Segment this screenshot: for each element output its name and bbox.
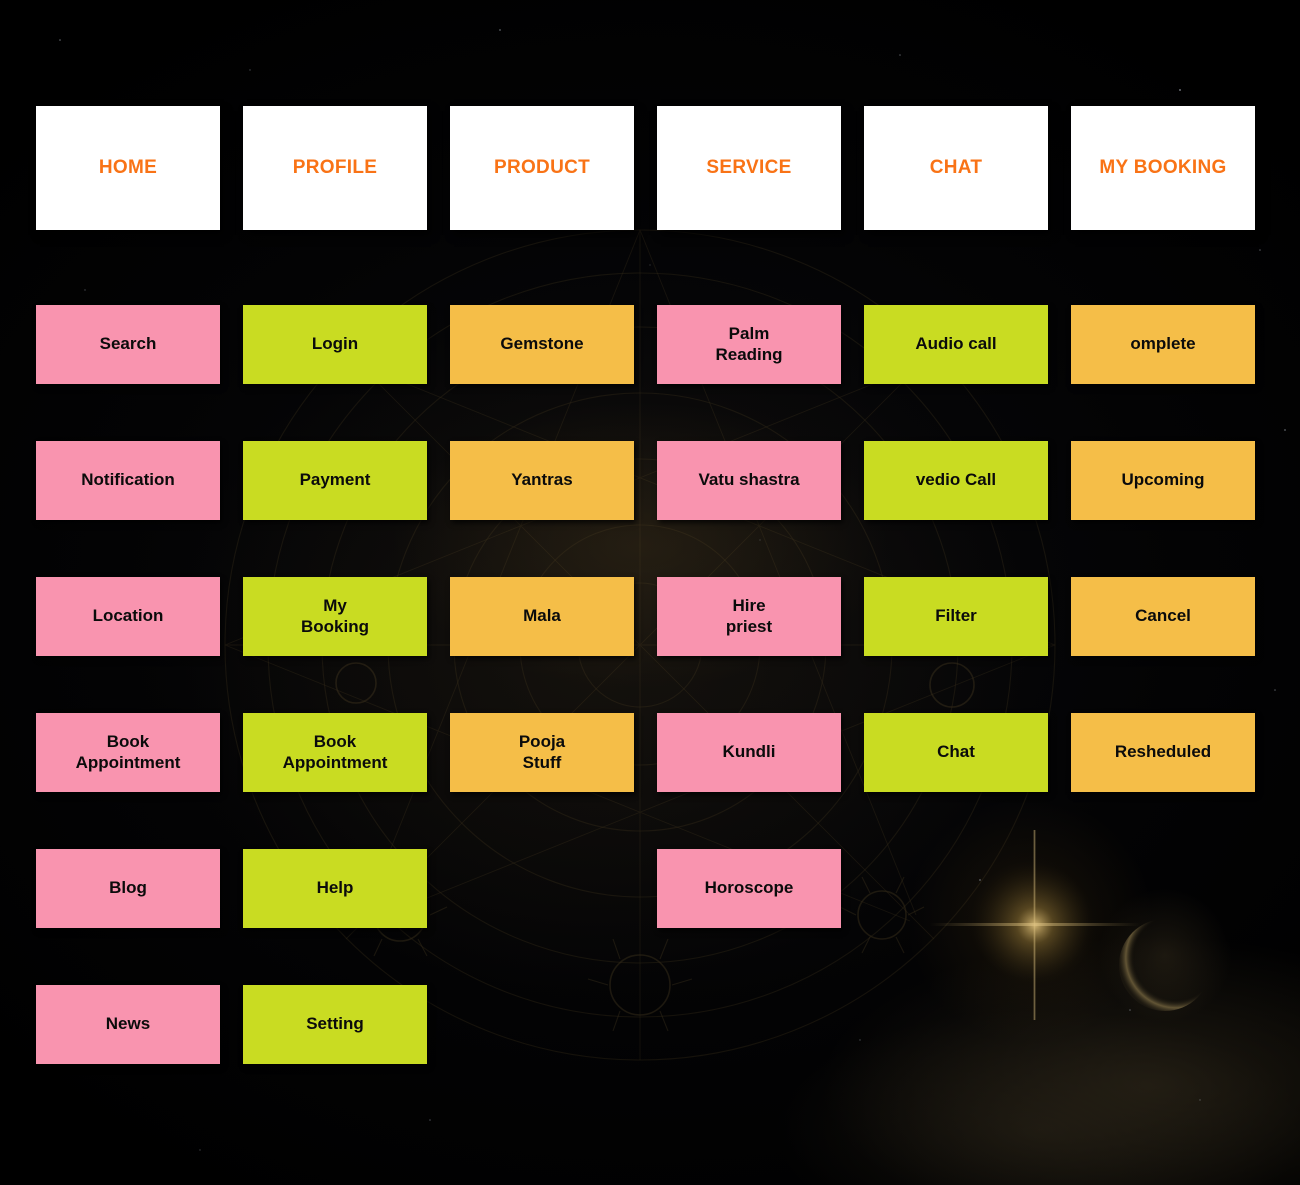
grid-cell-chat-vedio-call[interactable]: vedio Call [864,441,1048,520]
grid-cell-my-booking-omplete[interactable]: omplete [1071,305,1255,384]
grid-cell-product-mala[interactable]: Mala [450,577,634,656]
grid-cell-service-palm-reading[interactable]: Palm Reading [657,305,841,384]
grid-cell-label: News [105,1014,151,1034]
grid-cell-label: Payment [299,470,371,490]
grid-cell-product-pooja-stuff[interactable]: Pooja Stuff [450,713,634,792]
nav-card-my-booking[interactable]: MY BOOKING [1071,106,1255,230]
grid-cell-label: Search [99,334,157,354]
nav-card-product[interactable]: PRODUCT [450,106,634,230]
nav-card-my-booking-label: MY BOOKING [1099,157,1227,178]
grid-cell-profile-my-booking[interactable]: My Booking [243,577,427,656]
grid-cell-label: Upcoming [1121,470,1205,490]
grid-cell-empty [1071,985,1255,1064]
top-nav-row: HOME PROFILE PRODUCT SERVICE CHAT MY BOO… [36,106,1262,230]
grid-cell-label: Book Appointment [75,732,181,772]
nav-card-home-label: HOME [98,157,158,178]
grid-cell-chat-audio-call[interactable]: Audio call [864,305,1048,384]
nav-card-home[interactable]: HOME [36,106,220,230]
grid-cell-label: Help [316,878,354,898]
grid-cell-home-blog[interactable]: Blog [36,849,220,928]
grid-cell-label: My Booking [301,596,369,636]
grid-cell-service-horoscope[interactable]: Horoscope [657,849,841,928]
grid-cell-label: Hire priest [725,596,773,636]
grid-cell-empty [1071,849,1255,928]
grid-cell-label: Login [311,334,359,354]
grid-cell-label: Pooja Stuff [518,732,566,772]
nav-card-profile[interactable]: PROFILE [243,106,427,230]
grid-cell-label: Palm Reading [715,324,783,364]
grid-cell-profile-book-appointment[interactable]: Book Appointment [243,713,427,792]
grid-cell-profile-payment[interactable]: Payment [243,441,427,520]
grid-cell-label: omplete [1130,334,1196,354]
grid-cell-label: Chat [937,742,975,762]
grid-cell-product-yantras[interactable]: Yantras [450,441,634,520]
grid-cell-label: vedio Call [915,470,997,490]
nav-card-service[interactable]: SERVICE [657,106,841,230]
grid-cell-label: Audio call [915,334,997,354]
grid-cell-empty [864,849,1048,928]
grid-cell-label: Cancel [1135,606,1191,626]
nav-card-chat[interactable]: CHAT [864,106,1048,230]
grid-cell-label: Setting [306,1014,364,1034]
grid-cell-my-booking-resheduled[interactable]: Resheduled [1071,713,1255,792]
grid-cell-my-booking-cancel[interactable]: Cancel [1071,577,1255,656]
grid-cell-label: Filter [935,606,977,626]
grid-cell-home-search[interactable]: Search [36,305,220,384]
nav-card-chat-label: CHAT [929,157,983,178]
grid-cell-profile-help[interactable]: Help [243,849,427,928]
grid-cell-home-book-appointment[interactable]: Book Appointment [36,713,220,792]
grid-cell-label: Vatu shastra [698,470,800,490]
grid-cell-label: Blog [109,878,147,898]
grid-cell-chat-chat[interactable]: Chat [864,713,1048,792]
grid-cell-empty [864,985,1048,1064]
grid-cell-empty [450,985,634,1064]
grid-cell-label: Resheduled [1114,742,1212,762]
grid-cell-my-booking-upcoming[interactable]: Upcoming [1071,441,1255,520]
grid-cell-service-hire-priest[interactable]: Hire priest [657,577,841,656]
grid-cell-label: Notification [81,470,175,490]
grid-cell-label: Kundli [722,742,776,762]
app-screen: HOME PROFILE PRODUCT SERVICE CHAT MY BOO… [0,0,1300,1185]
grid-cell-profile-login[interactable]: Login [243,305,427,384]
grid-cell-product-gemstone[interactable]: Gemstone [450,305,634,384]
nav-card-profile-label: PROFILE [292,157,378,178]
grid-cell-label: Mala [523,606,561,626]
grid-cell-label: Book Appointment [282,732,388,772]
grid-cell-chat-filter[interactable]: Filter [864,577,1048,656]
grid-cell-profile-setting[interactable]: Setting [243,985,427,1064]
grid-cell-empty [657,985,841,1064]
grid-cell-home-notification[interactable]: Notification [36,441,220,520]
grid-cell-home-location[interactable]: Location [36,577,220,656]
nav-card-service-label: SERVICE [706,157,792,178]
grid-cell-label: Yantras [511,470,573,490]
grid-cell-home-news[interactable]: News [36,985,220,1064]
grid-cell-service-kundli[interactable]: Kundli [657,713,841,792]
grid-cell-empty [450,849,634,928]
feature-grid: Search Login Gemstone Palm Reading Audio cal… [36,305,1262,1064]
nav-card-product-label: PRODUCT [493,157,591,178]
grid-cell-label: Horoscope [704,878,794,898]
grid-cell-service-vatu-shastra[interactable]: Vatu shastra [657,441,841,520]
grid-cell-label: Gemstone [500,334,584,354]
grid-cell-label: Location [92,606,164,626]
